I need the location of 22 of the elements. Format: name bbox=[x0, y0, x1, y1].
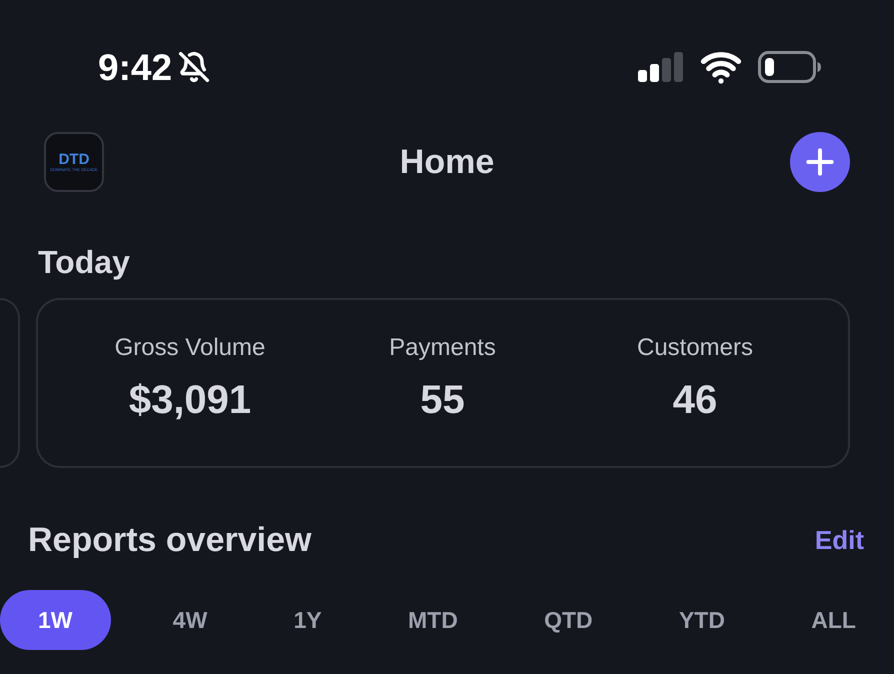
status-time: 9:42 bbox=[98, 48, 172, 86]
battery-icon bbox=[758, 51, 822, 83]
range-tab[interactable]: 4W bbox=[148, 590, 232, 650]
edit-link[interactable]: Edit bbox=[814, 520, 864, 560]
range-tab[interactable]: 1W bbox=[0, 590, 110, 650]
range-tab[interactable]: MTD bbox=[384, 590, 482, 650]
section-title: Today bbox=[38, 244, 130, 280]
logo-mark: DTD bbox=[58, 152, 90, 167]
stat-label: Payments bbox=[389, 333, 496, 363]
signal-icon bbox=[638, 52, 684, 82]
stat-label: Customers bbox=[636, 333, 754, 363]
page-title: Home bbox=[400, 142, 494, 182]
range-tab[interactable]: YTD bbox=[654, 590, 749, 650]
stat-value: 46 bbox=[672, 377, 718, 424]
bell-off-icon bbox=[178, 51, 210, 83]
stat-value: $3,091 bbox=[128, 377, 252, 424]
stat-value: 55 bbox=[420, 377, 465, 424]
range-tab[interactable]: QTD bbox=[520, 590, 617, 650]
stat-label: Gross Volume bbox=[114, 333, 266, 363]
range-tab[interactable]: 1Y bbox=[270, 590, 346, 650]
range-tab[interactable]: ALL bbox=[787, 590, 880, 650]
section-title: Reports overview bbox=[28, 520, 312, 560]
